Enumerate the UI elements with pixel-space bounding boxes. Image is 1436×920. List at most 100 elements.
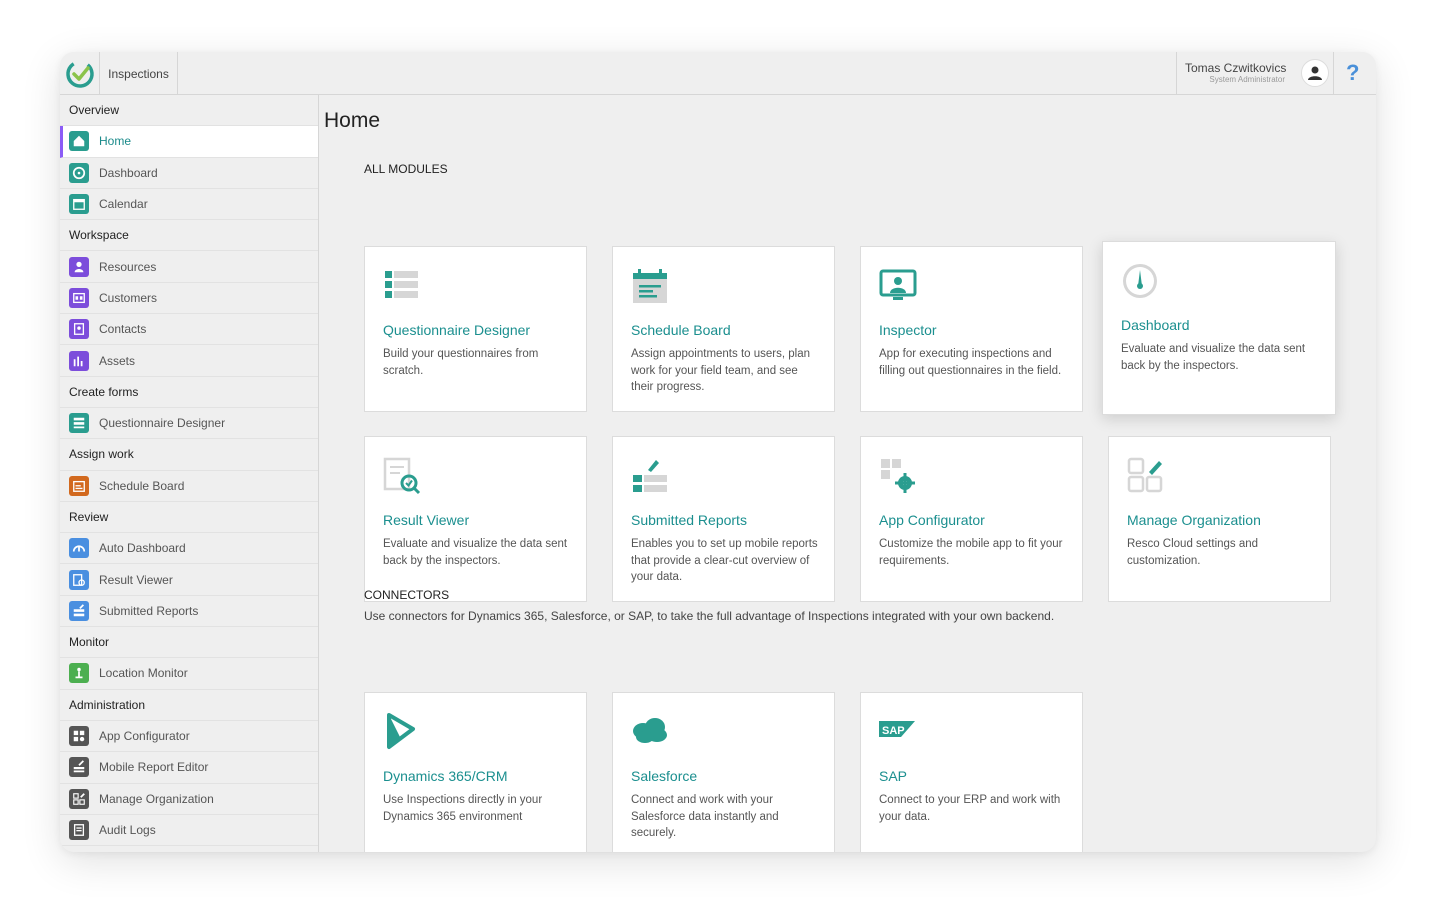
sidebar-item-label: Calendar — [99, 197, 148, 212]
card-dashboard[interactable]: Dashboard Evaluate and visualize the dat… — [1102, 241, 1336, 415]
card-submitted-reports[interactable]: Submitted Reports Enables you to set up … — [612, 436, 835, 602]
card-description: Evaluate and visualize the data sent bac… — [1121, 343, 1306, 372]
card-title: Schedule Board — [631, 322, 731, 338]
organization-icon — [69, 788, 89, 809]
sidebar-item-dashboard[interactable]: Dashboard — [60, 158, 318, 189]
sidebar-item-resources[interactable]: Resources — [60, 251, 318, 283]
sidebar-item-schedule-board[interactable]: Schedule Board — [60, 471, 318, 502]
card-dynamics-365-crm[interactable]: Dynamics 365/CRM Use Inspections directl… — [364, 692, 587, 852]
sidebar-item-audit-logs[interactable]: Audit Logs — [60, 815, 318, 847]
location-icon — [69, 663, 89, 684]
app-window: Inspections Tomas Czwitkovics System Adm… — [60, 52, 1376, 852]
card-title: Questionnaire Designer — [383, 322, 531, 338]
sidebar-item-label: Schedule Board — [99, 478, 185, 493]
sidebar-item-label: Questionnaire Designer — [99, 416, 226, 431]
dashboard-gauge-icon — [1123, 264, 1157, 298]
sidebar-item-mobile-report-editor[interactable]: Mobile Report Editor — [60, 752, 318, 784]
sidebar-item-submitted-reports[interactable]: Submitted Reports — [60, 596, 318, 628]
app-title[interactable]: Inspections — [100, 52, 178, 95]
sidebar-item-label: Customers — [99, 290, 158, 305]
main-content: Home ALL MODULES Questionnaire Designer … — [320, 95, 1376, 852]
card-title: Salesforce — [631, 768, 698, 784]
card-sap[interactable]: SAP SAP Connect to your ERP and work wit… — [860, 692, 1083, 852]
sidebar-item-app-configurator[interactable]: App Configurator — [60, 721, 318, 753]
sidebar-item-label: Result Viewer — [99, 572, 173, 587]
questionnaire-icon — [69, 413, 89, 434]
top-bar: Inspections Tomas Czwitkovics System Adm… — [60, 52, 1376, 95]
card-title: Inspector — [879, 322, 937, 338]
user-role: System Administrator — [1209, 75, 1285, 84]
sidebar-item-questionnaire-designer[interactable]: Questionnaire Designer — [60, 408, 318, 440]
app-logo-icon[interactable] — [60, 52, 100, 95]
avatar[interactable] — [1301, 59, 1329, 87]
sidebar-section-create-forms: Create forms — [60, 377, 318, 408]
card-description: App for executing inspections and fillin… — [879, 348, 1062, 377]
sidebar-item-label: Audit Logs — [99, 822, 156, 837]
organization-icon — [1127, 457, 1163, 493]
sidebar-item-label: App Configurator — [99, 729, 190, 744]
sidebar-item-label: Auto Dashboard — [99, 541, 186, 556]
assets-icon — [69, 350, 89, 371]
sidebar: Overview Home Dashboard Calendar Workspa… — [60, 95, 319, 852]
configurator-icon — [881, 459, 915, 493]
contacts-icon — [69, 319, 89, 340]
card-result-viewer[interactable]: Result Viewer Evaluate and visualize the… — [364, 436, 587, 602]
svg-text:SAP: SAP — [882, 725, 905, 737]
salesforce-icon — [633, 718, 667, 743]
card-questionnaire-designer[interactable]: Questionnaire Designer Build your questi… — [364, 246, 587, 412]
sidebar-section-assign-work: Assign work — [60, 439, 318, 471]
sidebar-section-administration: Administration — [60, 690, 318, 721]
card-schedule-board[interactable]: Schedule Board Assign appointments to us… — [612, 246, 835, 412]
calendar-icon — [69, 194, 89, 215]
card-title: Dashboard — [1121, 317, 1190, 333]
sidebar-item-label: Location Monitor — [99, 666, 188, 681]
card-description: Connect and work with your Salesforce da… — [631, 794, 779, 839]
card-description: Customize the mobile app to fit your req… — [879, 538, 1063, 567]
user-icon — [1308, 66, 1322, 80]
sidebar-item-customers[interactable]: Customers — [60, 283, 318, 315]
sidebar-item-label: Mobile Report Editor — [99, 760, 209, 775]
card-title: Submitted Reports — [631, 512, 747, 528]
schedule-icon — [69, 475, 89, 496]
sidebar-item-label: Manage Organization — [99, 791, 214, 806]
card-title: Manage Organization — [1127, 512, 1261, 528]
audit-icon — [69, 819, 89, 840]
questionnaire-icon — [385, 271, 418, 298]
reports-icon — [633, 460, 667, 492]
card-app-configurator[interactable]: App Configurator Customize the mobile ap… — [860, 436, 1083, 602]
sidebar-item-result-viewer[interactable]: Result Viewer — [60, 564, 318, 596]
card-manage-organization[interactable]: Manage Organization Resco Cloud settings… — [1108, 436, 1331, 602]
sidebar-item-contacts[interactable]: Contacts — [60, 314, 318, 346]
user-menu[interactable]: Tomas Czwitkovics System Administrator — [1176, 52, 1334, 95]
sidebar-item-auto-dashboard[interactable]: Auto Dashboard — [60, 533, 318, 565]
dynamics-icon — [387, 713, 415, 749]
card-description: Build your questionnaires from scratch. — [383, 348, 539, 377]
sidebar-item-label: Assets — [99, 353, 136, 368]
sidebar-item-label: Dashboard — [99, 165, 158, 180]
card-title: Result Viewer — [383, 512, 470, 528]
dashboard-icon — [69, 162, 89, 183]
inspector-icon — [879, 269, 917, 300]
sidebar-section-review: Review — [60, 502, 318, 534]
card-description: Assign appointments to users, plan work … — [631, 348, 810, 393]
card-inspector[interactable]: Inspector App for executing inspections … — [860, 246, 1083, 412]
card-title: SAP — [879, 768, 908, 784]
sidebar-item-manage-organization[interactable]: Manage Organization — [60, 784, 318, 815]
card-title: App Configurator — [879, 512, 985, 528]
user-name: Tomas Czwitkovics — [1185, 61, 1287, 75]
configurator-icon — [69, 726, 89, 747]
connectors-label: CONNECTORS — [364, 588, 450, 602]
help-icon[interactable]: ? — [1346, 60, 1359, 86]
sidebar-item-assets[interactable]: Assets — [60, 345, 318, 377]
sidebar-item-label: Home — [99, 134, 132, 149]
sidebar-item-home[interactable]: Home — [60, 126, 318, 158]
sidebar-item-location-monitor[interactable]: Location Monitor — [60, 658, 318, 690]
result-viewer-icon — [383, 457, 421, 495]
page-title: Home — [324, 109, 381, 132]
sidebar-section-workspace: Workspace — [60, 220, 318, 252]
card-salesforce[interactable]: Salesforce Connect and work with your Sa… — [612, 692, 835, 852]
card-description: Enables you to set up mobile reports tha… — [631, 538, 818, 583]
sidebar-item-calendar[interactable]: Calendar — [60, 189, 318, 221]
sap-icon: SAP — [879, 721, 915, 737]
sidebar-section-overview: Overview — [60, 95, 318, 127]
